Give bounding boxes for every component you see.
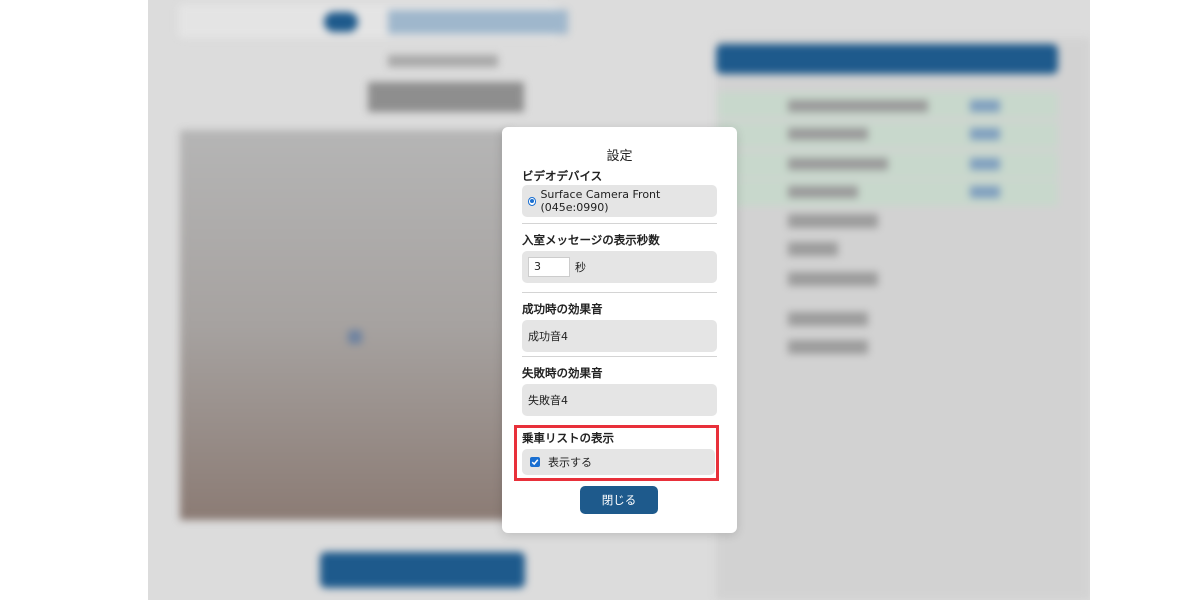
checkbox-checked-icon[interactable] — [530, 457, 540, 467]
video-device-label: ビデオデバイス — [522, 169, 603, 183]
success-sound-select[interactable]: 成功音4 — [522, 320, 717, 352]
close-button[interactable]: 閉じる — [580, 486, 658, 514]
failure-sound-select[interactable]: 失敗音4 — [522, 384, 717, 416]
bg-row-tag — [970, 186, 1000, 198]
bg-list-row — [718, 152, 1058, 178]
failure-sound-value: 失敗音4 — [528, 394, 568, 407]
divider — [522, 292, 717, 293]
radio-selected-icon[interactable] — [528, 196, 537, 206]
success-sound-label: 成功時の効果音 — [522, 302, 603, 316]
success-sound-value: 成功音4 — [528, 330, 568, 343]
bg-row-text — [788, 100, 928, 112]
entry-message-label: 入室メッセージの表示秒数 — [522, 233, 660, 247]
bg-row-tag — [970, 158, 1000, 170]
video-device-option-label: Surface Camera Front (045e:0990) — [540, 188, 661, 214]
divider — [522, 223, 717, 224]
settings-dialog: 設定 ビデオデバイス Surface Camera Front (045e:09… — [502, 127, 737, 533]
bg-time-label — [388, 55, 498, 67]
bg-camera-preview — [180, 130, 510, 579]
boarding-list-checkbox-row[interactable]: 表示する — [522, 449, 715, 475]
boarding-list-label: 乗車リストの表示 — [522, 431, 614, 445]
failure-sound-label: 失敗時の効果音 — [522, 366, 603, 380]
bg-list-text — [788, 312, 868, 326]
dialog-title: 設定 — [606, 149, 633, 164]
bg-title — [388, 10, 568, 34]
bg-list-text — [788, 272, 878, 286]
bg-row-text — [788, 158, 888, 170]
boarding-list-checkbox-label: 表示する — [548, 456, 592, 469]
bg-list-row — [718, 122, 1058, 148]
bg-list-text — [788, 242, 838, 256]
seconds-unit-label: 秒 — [575, 261, 586, 274]
bg-clock — [368, 82, 524, 112]
entry-message-field: 3 秒 — [522, 251, 717, 283]
bg-row-text — [788, 128, 868, 140]
bg-list-text — [788, 214, 878, 228]
bg-status-pill — [324, 12, 358, 32]
bg-row-text — [788, 186, 858, 198]
bg-row-tag — [970, 128, 1000, 140]
video-device-option[interactable]: Surface Camera Front (045e:0990) — [522, 185, 717, 217]
entry-message-seconds-input[interactable]: 3 — [528, 257, 570, 277]
bg-action-button — [320, 552, 525, 588]
bg-list-text — [788, 340, 868, 354]
bg-row-tag — [970, 100, 1000, 112]
bg-list-row — [718, 180, 1058, 206]
bg-camera-marker — [348, 330, 362, 344]
divider — [522, 356, 717, 357]
bg-side-panel-header — [716, 44, 1058, 74]
